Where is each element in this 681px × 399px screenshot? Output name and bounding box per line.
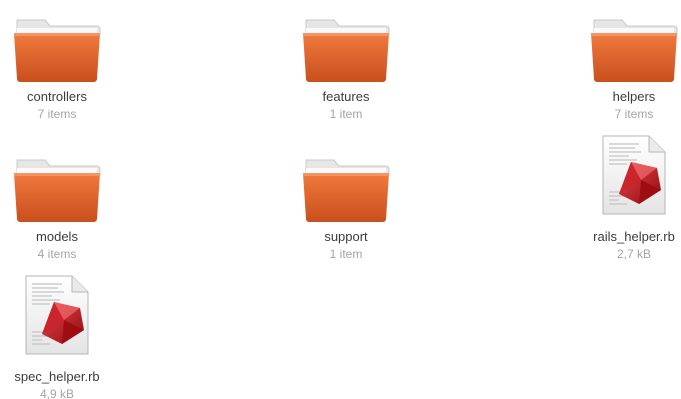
item-count: 4 items bbox=[37, 247, 77, 261]
item-count: 1 item bbox=[329, 247, 363, 261]
folder-icon bbox=[14, 159, 101, 222]
item-name: controllers bbox=[27, 89, 87, 104]
folder-icon bbox=[591, 19, 678, 82]
item-name: spec_helper.rb bbox=[14, 369, 100, 384]
folder-item-models[interactable]: models 4 items bbox=[0, 148, 132, 278]
folder-item-helpers[interactable]: helpers 7 items bbox=[559, 8, 681, 138]
item-count: 7 items bbox=[37, 107, 77, 121]
file-manager-icon-view: controllers 7 items features 1 item help… bbox=[0, 0, 681, 399]
item-size: 4,9 kB bbox=[39, 387, 75, 399]
item-size: 2,7 kB bbox=[616, 247, 652, 261]
folder-item-support[interactable]: support 1 item bbox=[271, 148, 421, 278]
folder-icon bbox=[14, 19, 101, 82]
item-count: 1 item bbox=[329, 107, 363, 121]
folder-item-features[interactable]: features 1 item bbox=[271, 8, 421, 138]
item-name: models bbox=[36, 229, 78, 244]
folder-item-controllers[interactable]: controllers 7 items bbox=[0, 8, 132, 138]
ruby-file-icon bbox=[25, 275, 89, 355]
file-item-rails-helper[interactable]: rails_helper.rb 2,7 kB bbox=[559, 135, 681, 278]
ruby-file-icon bbox=[602, 135, 666, 215]
item-name: features bbox=[322, 89, 370, 104]
item-name: rails_helper.rb bbox=[593, 229, 675, 244]
item-count: 7 items bbox=[614, 107, 654, 121]
folder-icon bbox=[303, 19, 390, 82]
file-item-spec-helper[interactable]: spec_helper.rb 4,9 kB bbox=[0, 275, 132, 399]
item-name: helpers bbox=[612, 89, 656, 104]
item-name: support bbox=[324, 229, 368, 244]
folder-icon bbox=[303, 159, 390, 222]
